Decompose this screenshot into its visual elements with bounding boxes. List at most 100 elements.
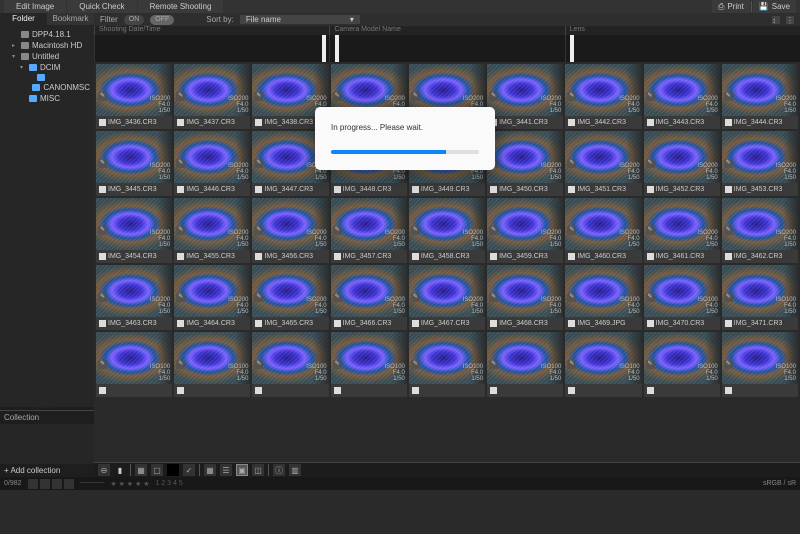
thumbnail-checkbox[interactable] [99,253,106,260]
thumbnail-checkbox[interactable] [255,186,262,193]
thumbnail-checkbox[interactable] [334,387,341,394]
thumbnail[interactable]: F4.01/50 ISO100 ✎ [409,332,485,397]
thumbnail-checkbox[interactable] [647,253,654,260]
thumbnail-checkbox[interactable] [568,387,575,394]
thumbnail-checkbox[interactable] [647,320,654,327]
thumbnail[interactable]: F4.01/50 ISO200 ✎ IMG_3455.CR3 [174,198,250,263]
thumbnail-checkbox[interactable] [725,119,732,126]
thumbnail-checkbox[interactable] [255,119,262,126]
thumbnail-checkbox[interactable] [255,387,262,394]
thumbnail-checkbox[interactable] [490,387,497,394]
tree-item[interactable]: ▾Untitled [0,51,94,62]
tree-item[interactable]: ▾DCIM [0,62,94,73]
thumbnail-checkbox[interactable] [725,253,732,260]
thumbnail[interactable]: F4.01/50 ISO200 ✎ IMG_3466.CR3 [331,265,407,330]
quick-check-button[interactable]: Quick Check [67,0,136,13]
thumbnail[interactable]: F4.01/50 ISO200 ✎ IMG_3459.CR3 [487,198,563,263]
tree-item[interactable]: MISC [0,93,94,104]
thumbnail[interactable]: F4.01/50 ISO100 ✎ [331,332,407,397]
thumbnail[interactable]: F4.01/50 ISO200 ✎ IMG_3463.CR3 [96,265,172,330]
col-lens[interactable]: Lens [565,26,800,35]
thumbnail-checkbox[interactable] [725,387,732,394]
thumbnail-checkbox[interactable] [99,387,106,394]
thumbnail-checkbox[interactable] [177,119,184,126]
sort-direction-icon[interactable]: ↕ [772,16,780,24]
thumbnail-checkbox[interactable] [647,387,654,394]
edit-image-button[interactable]: Edit Image [4,0,66,13]
thumbnail[interactable]: F4.01/50 ISO200 ✎ IMG_3443.CR3 [644,64,720,129]
print-button[interactable]: ⎙ Print [712,0,750,13]
rating-clear-button[interactable]: ▢ [151,464,163,476]
thumbnail[interactable]: F4.01/50 ISO200 ✎ IMG_3458.CR3 [409,198,485,263]
thumbnail-checkbox[interactable] [99,320,106,327]
thumbnail[interactable]: F4.01/50 ISO100 ✎ [252,332,328,397]
thumbnail[interactable]: F4.01/50 ISO100 ✎ IMG_3470.CR3 [644,265,720,330]
filter-on-button[interactable]: ON [124,15,145,25]
thumbnail-checkbox[interactable] [334,186,341,193]
thumbnail-checkbox[interactable] [490,186,497,193]
view-split-button[interactable]: ◫ [252,464,264,476]
thumbnail-checkbox[interactable] [177,387,184,394]
status-icon-4[interactable] [64,479,74,489]
thumbnail[interactable]: F4.01/50 ISO200 ✎ IMG_3454.CR3 [96,198,172,263]
view-grid-button[interactable]: ▣ [236,464,248,476]
thumbnail[interactable]: F4.01/50 ISO200 ✎ IMG_3460.CR3 [565,198,641,263]
thumbnail[interactable]: F4.01/50 ISO200 ✎ IMG_3468.CR3 [487,265,563,330]
thumbnail-checkbox[interactable] [255,253,262,260]
info-overlay-button[interactable]: ⓘ [273,464,285,476]
col-camera-model[interactable]: Camera Model Name [329,26,564,35]
thumbnail[interactable]: F4.01/50 ISO200 ✎ IMG_3464.CR3 [174,265,250,330]
thumbnail[interactable]: F4.01/50 ISO200 ✎ IMG_3437.CR3 [174,64,250,129]
view-option-icon[interactable]: ⋮ [786,16,794,24]
thumbnail[interactable]: F4.01/50 ISO100 ✎ IMG_3469.JPG [565,265,641,330]
thumbnail-checkbox[interactable] [568,119,575,126]
sort-dropdown[interactable]: File name ▾ [240,15,360,24]
thumbnail-checkbox[interactable] [334,253,341,260]
thumbnail-checkbox[interactable] [490,253,497,260]
thumbnail[interactable]: F4.01/50 ISO100 ✎ [644,332,720,397]
thumbnail[interactable]: F4.01/50 ISO200 ✎ IMG_3465.CR3 [252,265,328,330]
thumbnail-checkbox[interactable] [725,320,732,327]
status-icon-2[interactable] [40,479,50,489]
save-button[interactable]: 💾 Save [753,0,796,13]
remote-shooting-button[interactable]: Remote Shooting [138,0,224,13]
tree-item[interactable] [0,73,94,82]
checkmark-button[interactable]: ✓ [183,464,195,476]
collection-header[interactable]: Collection [0,410,94,424]
thumbnail[interactable]: F4.01/50 ISO200 ✎ IMG_3451.CR3 [565,131,641,196]
filter-off-button[interactable]: OFF [150,15,174,25]
status-icon-3[interactable] [52,479,62,489]
thumbnail-checkbox[interactable] [647,119,654,126]
thumbnail-checkbox[interactable] [177,253,184,260]
thumbnail[interactable]: F4.01/50 ISO200 ✎ IMG_3462.CR3 [722,198,798,263]
thumbnail-checkbox[interactable] [490,320,497,327]
thumbnail[interactable]: F4.01/50 ISO200 ✎ IMG_3457.CR3 [331,198,407,263]
thumbnail[interactable]: F4.01/50 ISO200 ✎ IMG_3453.CR3 [722,131,798,196]
thumbnail-checkbox[interactable] [99,186,106,193]
add-collection-button[interactable]: + Add collection [0,464,94,477]
thumbnail[interactable]: F4.01/50 ISO200 ✎ IMG_3444.CR3 [722,64,798,129]
thumbnail[interactable]: F4.01/50 ISO100 ✎ [565,332,641,397]
thumbnail[interactable]: F4.01/50 ISO200 ✎ IMG_3450.CR3 [487,131,563,196]
thumbnail-checkbox[interactable] [647,186,654,193]
thumbnail[interactable]: F4.01/50 ISO100 ✎ [487,332,563,397]
thumbnail-checkbox[interactable] [255,320,262,327]
view-thumbs-button[interactable]: ▦ [204,464,216,476]
thumbnail-checkbox[interactable] [177,320,184,327]
thumbnail-checkbox[interactable] [568,253,575,260]
thumbnail[interactable]: F4.01/50 ISO200 ✎ IMG_3467.CR3 [409,265,485,330]
thumbnail-checkbox[interactable] [568,186,575,193]
thumbnail[interactable]: F4.01/50 ISO200 ✎ IMG_3436.CR3 [96,64,172,129]
tab-folder[interactable]: Folder [0,13,47,25]
zoom-slider[interactable]: ▮ [114,464,126,476]
thumbnail[interactable]: F4.01/50 ISO200 ✎ IMG_3441.CR3 [487,64,563,129]
tab-bookmark[interactable]: Bookmark [47,13,94,25]
thumbnail-checkbox[interactable] [412,186,419,193]
select-tool-button[interactable]: ▦ [135,464,147,476]
layout-button[interactable]: ▥ [289,464,301,476]
thumbnail[interactable]: F4.01/50 ISO100 ✎ IMG_3471.CR3 [722,265,798,330]
thumbnail-checkbox[interactable] [412,387,419,394]
thumbnail[interactable]: F4.01/50 ISO100 ✎ [174,332,250,397]
thumbnail-checkbox[interactable] [568,320,575,327]
status-icon-1[interactable] [28,479,38,489]
